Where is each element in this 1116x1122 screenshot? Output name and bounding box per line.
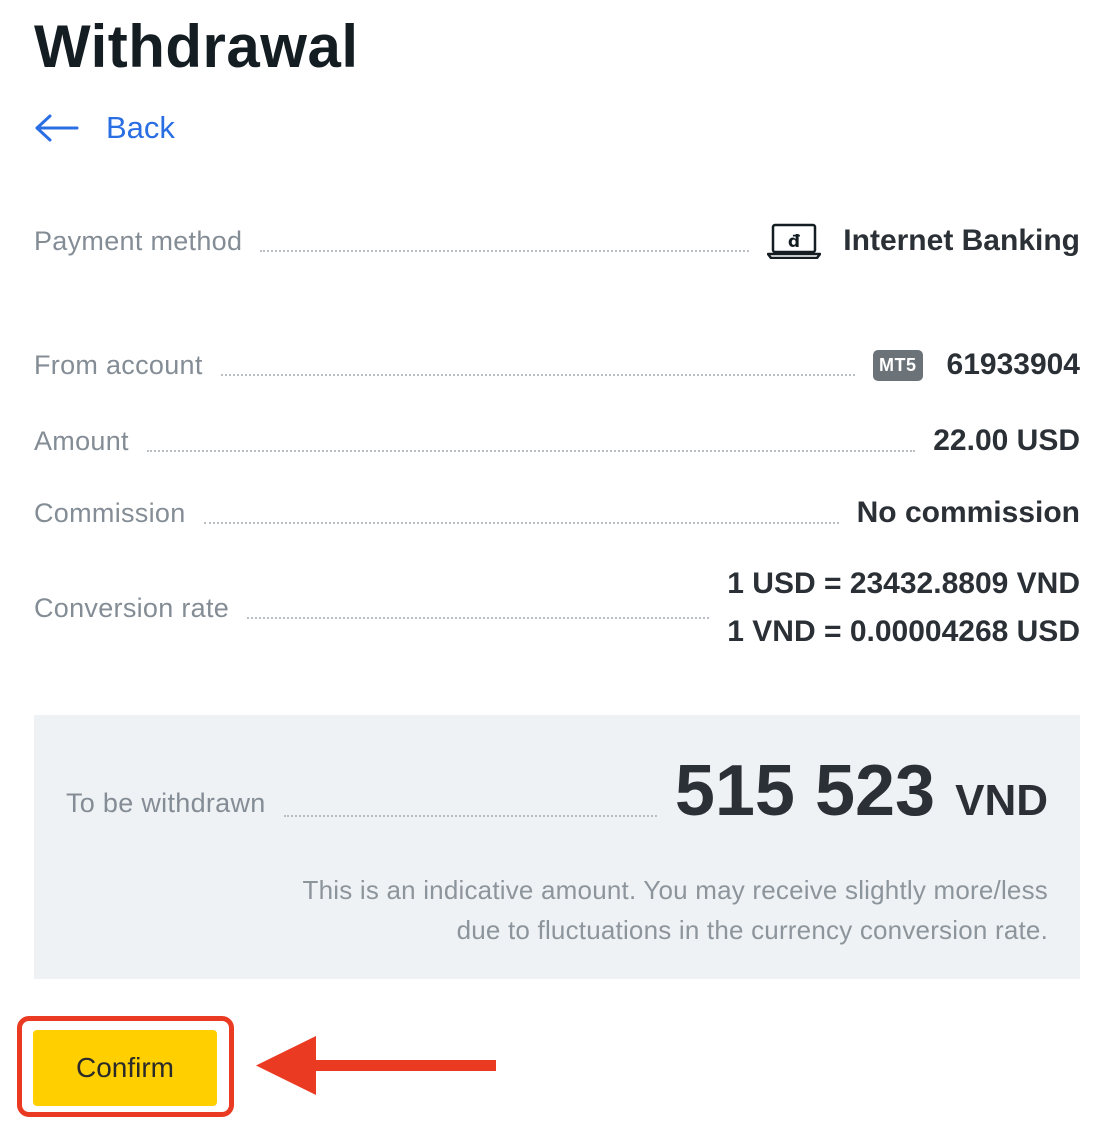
from-account-value: MT5 61933904 [873, 348, 1080, 382]
amount-row: Amount 22.00 USD [34, 418, 1080, 464]
payment-method-name: Internet Banking [843, 224, 1080, 257]
conversion-rate-row: Conversion rate 1 USD = 23432.8809 VND 1… [34, 560, 1080, 656]
disclaimer-text: This is an indicative amount. You may re… [208, 870, 1048, 950]
payment-method-value: đ Internet Banking [767, 223, 1080, 259]
laptop-icon: đ [767, 223, 822, 259]
payment-method-label: Payment method [34, 225, 243, 256]
from-account-label: From account [34, 349, 203, 380]
amount-value: 22.00 USD [933, 424, 1080, 457]
svg-text:đ: đ [788, 232, 801, 252]
dotted-leader [283, 815, 657, 817]
payment-method-row: Payment method đ Internet Banking [34, 218, 1080, 264]
rate-vnd-usd: 1 VND = 0.00004268 USD [727, 615, 1080, 648]
amount-label: Amount [34, 425, 129, 456]
commission-value: No commission [856, 496, 1080, 529]
confirm-button[interactable]: Confirm [33, 1030, 217, 1106]
disclaimer-line: This is an indicative amount. You may re… [302, 875, 1048, 905]
withdrawal-amount: 515 523 VND [675, 755, 1048, 827]
arrow-left-icon [35, 114, 79, 142]
conversion-rate-values: 1 USD = 23432.8809 VND 1 VND = 0.0000426… [727, 560, 1080, 656]
withdrawal-currency: VND [955, 776, 1048, 825]
to-be-withdrawn-label: To be withdrawn [66, 788, 266, 818]
from-account-row: From account MT5 61933904 [34, 342, 1080, 388]
back-link[interactable]: Back [34, 108, 175, 148]
withdrawal-amount-value: 515 523 [674, 751, 936, 831]
conversion-rate-label: Conversion rate [34, 592, 230, 623]
disclaimer-line: due to fluctuations in the currency conv… [456, 915, 1048, 945]
back-label: Back [106, 110, 175, 145]
commission-row: Commission No commission [34, 490, 1080, 536]
rate-usd-vnd: 1 USD = 23432.8809 VND [727, 567, 1080, 600]
pointer-arrow-icon [256, 1036, 496, 1095]
to-be-withdrawn-row: To be withdrawn 515 523 VND [66, 755, 1048, 827]
commission-label: Commission [34, 497, 186, 528]
withdrawal-summary: To be withdrawn 515 523 VND This is an in… [34, 715, 1080, 979]
dotted-leader [146, 450, 916, 452]
dotted-leader [260, 250, 750, 252]
page-title: Withdrawal [34, 13, 359, 80]
account-number: 61933904 [946, 348, 1080, 381]
dotted-leader [220, 374, 856, 376]
dotted-leader [203, 522, 839, 524]
platform-badge: MT5 [873, 349, 923, 381]
dotted-leader [247, 617, 710, 619]
